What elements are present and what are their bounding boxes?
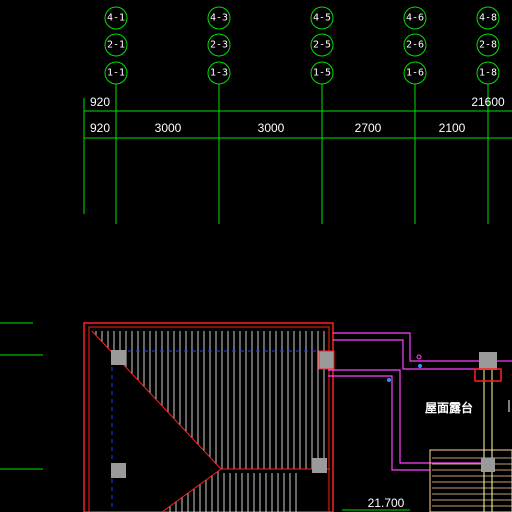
right-hatch-outline [429,449,512,512]
column-square [111,350,126,365]
axis-column-6: 4-6 2-6 1-6 [403,6,427,85]
axis-column-5: 4-5 2-5 1-5 [310,6,334,85]
right-hatch [432,457,512,507]
roof-block [83,322,335,512]
dimension-overall-right: 21600 [471,95,505,109]
axis-bubble-label: 2-6 [406,40,424,51]
axis-bubble-label: 2-3 [210,40,228,51]
column-square [111,463,126,478]
dimension-overall-left: 920 [90,95,110,109]
dimension-segment: 2700 [355,121,382,135]
axis-bubble-label: 1-5 [313,68,331,79]
pipe-line [333,332,480,362]
axis-bubble-label: 1-6 [406,68,424,79]
column-square [479,352,497,370]
right-structure [387,352,512,512]
column-square [318,350,335,370]
axis-bubble-label: 2-8 [479,40,497,51]
axis-bubble-label: 4-6 [406,13,424,24]
drain-symbol [387,378,391,382]
pipe-line [328,375,430,471]
dimension-segment: 2100 [439,121,466,135]
axis-column-1: 4-1 2-1 1-1 [104,6,128,85]
pipe-line [328,369,488,464]
column-cap [474,368,502,382]
roof-terrace-label: 屋面露台 [425,400,473,415]
axis-bubble-label: 4-3 [210,13,228,24]
axis-bubble-group: 4-1 2-1 1-1 4-3 2-3 1-3 4-5 2-5 1-5 4-6 [104,6,500,85]
axis-bubble-label: 1-1 [107,68,125,79]
dimension-text-group: 920 21600 920 3000 3000 2700 2100 [90,95,505,135]
axis-column-8: 4-8 2-8 1-8 [476,6,500,85]
axis-bubble-label: 1-8 [479,68,497,79]
axis-bubble-label: 4-8 [479,13,497,24]
dimension-segment: 3000 [155,121,182,135]
axis-bubble-label: 2-5 [313,40,331,51]
axis-bubble-label: 2-1 [107,40,125,51]
cad-floor-plan: 4-1 2-1 1-1 4-3 2-3 1-3 4-5 2-5 1-5 4-6 [0,6,512,512]
roof-hatch [95,331,325,512]
axis-bubble-label: 1-3 [210,68,228,79]
elevation-label: 21.700 [368,496,405,510]
axis-bubble-label: 4-1 [107,13,125,24]
dimension-segment: 3000 [258,121,285,135]
dimension-segment: 920 [90,121,110,135]
column-square [312,458,327,473]
column-square [481,458,495,472]
drain-symbol [418,364,422,368]
axis-bubble-label: 4-5 [313,13,331,24]
drain-symbol [416,354,422,360]
axis-column-3: 4-3 2-3 1-3 [207,6,231,85]
pipe-line [333,339,480,370]
